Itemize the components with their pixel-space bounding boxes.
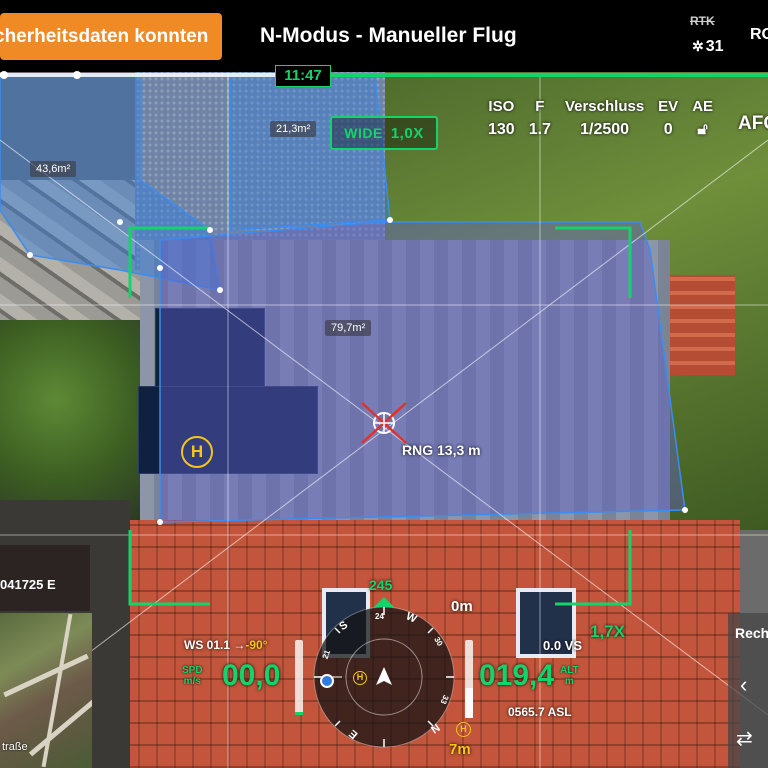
area-polygon <box>159 221 686 523</box>
shutter-setting: Verschluss 1/2500 <box>565 98 644 139</box>
swap-icon[interactable]: ⇄ <box>736 726 753 751</box>
remaining-flight-time: 11:47 <box>275 65 331 87</box>
home-point-icon: H <box>181 436 213 468</box>
right-panel-label: Rech <box>735 625 768 641</box>
area-polygon <box>229 74 391 231</box>
ae-label: AE <box>692 98 714 115</box>
obstacle-distance-top: 0m <box>451 598 473 615</box>
camera-parameters[interactable]: ISO 130 F 1.7 Verschluss 1/2500 EV 0 AE … <box>488 98 713 139</box>
shutter-label: Verschluss <box>564 98 645 115</box>
iso-setting: ISO 130 <box>488 98 515 139</box>
time-marker <box>73 71 81 79</box>
heading-readout: 245 <box>369 577 393 593</box>
area-label: 21,3m² <box>270 121 317 137</box>
aperture-label: F <box>535 98 545 115</box>
altitude-unit-label: ALT m <box>560 665 579 687</box>
home-icon-compass: H <box>353 671 367 685</box>
flight-mode-title[interactable]: N-Modus - Manueller Flug <box>260 24 517 48</box>
lens-label: WIDE <box>344 125 383 141</box>
altitude-bar <box>465 640 473 718</box>
mini-map[interactable]: traße <box>0 613 92 768</box>
iso-label: ISO <box>488 98 515 115</box>
lock-icon[interactable]: 🔓︎ <box>692 121 713 139</box>
lens-zoom-indicator[interactable]: WIDE 1,0X <box>330 116 438 150</box>
aperture-setting: F 1.7 <box>529 98 551 139</box>
map-road <box>3 653 89 698</box>
speed-unit-label: SPD m/s <box>182 665 203 687</box>
speed-bar-fill <box>295 712 303 715</box>
altitude-unit: m <box>564 676 574 687</box>
wind-direction: -90° <box>245 638 268 652</box>
top-bar: cherheitsdaten konnten N-Modus - Manuell… <box>0 0 768 72</box>
iso-value: 130 <box>488 121 515 138</box>
speed-bar <box>295 640 303 715</box>
map-road <box>28 694 92 757</box>
gnss-status[interactable]: ✲ 31 <box>692 38 724 56</box>
ev-value: 0 <box>663 121 673 138</box>
altitude-readout: 019,4 <box>479 659 555 692</box>
rtk-status[interactable]: RTK <box>690 14 715 28</box>
vertical-speed: 0.0 VS <box>543 638 583 653</box>
ev-setting: EV 0 <box>658 98 678 139</box>
shutter-value: 1/2500 <box>580 121 630 138</box>
speed-label: SPD <box>182 665 203 676</box>
ae-setting: AE 🔓︎ <box>692 98 713 139</box>
warning-button[interactable]: cherheitsdaten konnten <box>0 13 222 60</box>
time-marker <box>0 71 8 79</box>
altitude-bar-fill <box>465 688 473 718</box>
aperture-value: 1.7 <box>528 121 551 138</box>
compass-tick-24: 24 <box>375 612 384 621</box>
home-icon-small: H <box>456 722 471 737</box>
wind-speed: WS 01.1 →-90° <box>184 638 268 652</box>
af-frame-corner <box>555 530 632 606</box>
side-zoom-readout: 1,7X <box>590 622 625 641</box>
wind-speed-value: WS 01.1 → <box>184 638 246 652</box>
area-label: 79,7m² <box>325 320 372 336</box>
focus-mode[interactable]: AFC <box>738 113 768 135</box>
chevron-left-icon[interactable]: ‹ <box>740 672 747 698</box>
controller-position-icon <box>320 674 334 688</box>
map-street-name: traße <box>2 741 28 753</box>
longitude-value: 041725 E <box>0 577 56 592</box>
top-right-status[interactable]: RO <box>750 26 768 44</box>
flight-time-bar-fill <box>275 73 768 77</box>
range-readout: RNG 13,3 m <box>402 442 481 458</box>
zoom-value: 1,0X <box>390 125 424 142</box>
speed-unit: m/s <box>183 676 201 687</box>
altitude-label: ALT <box>560 665 579 676</box>
ev-label: EV <box>658 98 679 115</box>
area-label: 43,6m² <box>30 161 77 177</box>
home-distance: 7m <box>449 741 471 758</box>
satellite-icon: ✲ <box>692 38 704 54</box>
map-road <box>41 613 73 768</box>
satellite-count: 31 <box>705 38 724 55</box>
af-frame-corner <box>128 530 210 606</box>
coordinate-panel: 041725 E <box>0 545 90 611</box>
altitude-asl: 0565.7 ASL <box>508 705 572 719</box>
horizontal-speed: 00,0 <box>222 659 281 692</box>
